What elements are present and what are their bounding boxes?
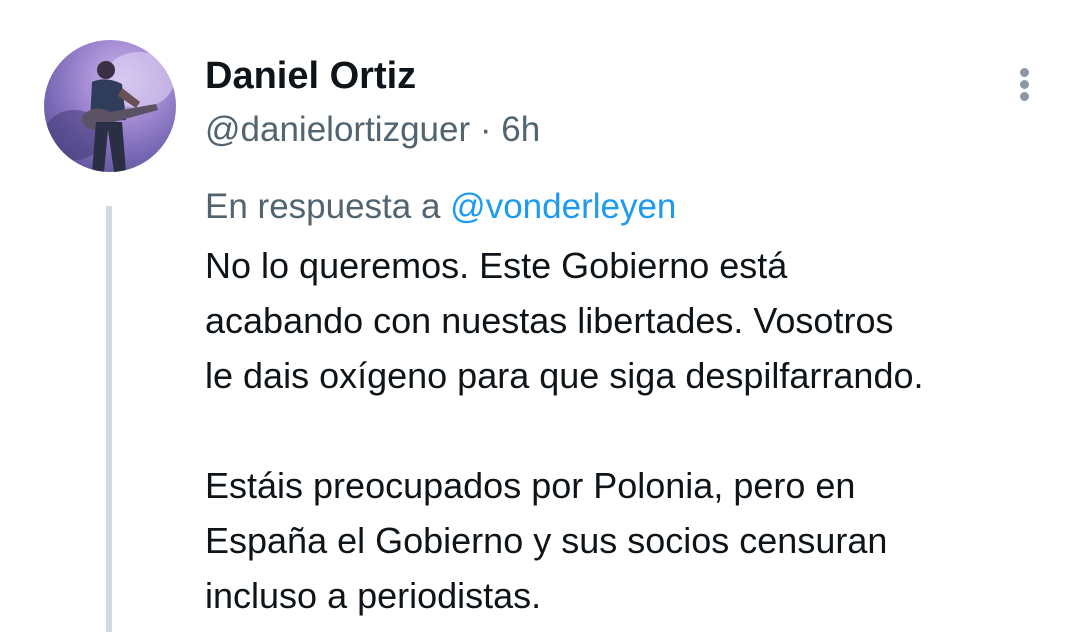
author-name[interactable]: Daniel Ortiz (205, 56, 416, 96)
avatar-guitarist-image (44, 52, 174, 172)
tweet-text-line: incluso a periodistas. (205, 575, 542, 616)
author-handle[interactable]: @danielortizguer (205, 110, 470, 149)
reply-prefix: En respuesta a (205, 187, 441, 226)
tweet-text-line: le dais oxígeno para que siga despilfarr… (205, 355, 924, 396)
avatar[interactable] (44, 40, 176, 172)
tweet: Daniel Ortiz @danielortizguer · 6h En re… (0, 0, 1080, 632)
thread-line (106, 206, 112, 632)
meta-separator: · (479, 110, 492, 149)
more-options-button[interactable] (1008, 64, 1042, 104)
tweet-text-line: acabando con nuestas libertades. Vosotro… (205, 300, 894, 341)
tweet-text-line: Estáis preocupados por Polonia, pero en (205, 465, 856, 506)
reply-mention-link[interactable]: @vonderleyen (450, 187, 676, 226)
reply-context: En respuesta a @vonderleyen (205, 187, 676, 227)
tweet-text-line: No lo queremos. Este Gobierno está (205, 245, 788, 286)
author-meta: @danielortizguer · 6h (205, 110, 540, 150)
tweet-text: No lo queremos. Este Gobierno está acaba… (205, 238, 1065, 623)
tweet-text-line: España el Gobierno y sus socios censuran (205, 520, 888, 561)
tweet-time[interactable]: 6h (501, 110, 540, 149)
